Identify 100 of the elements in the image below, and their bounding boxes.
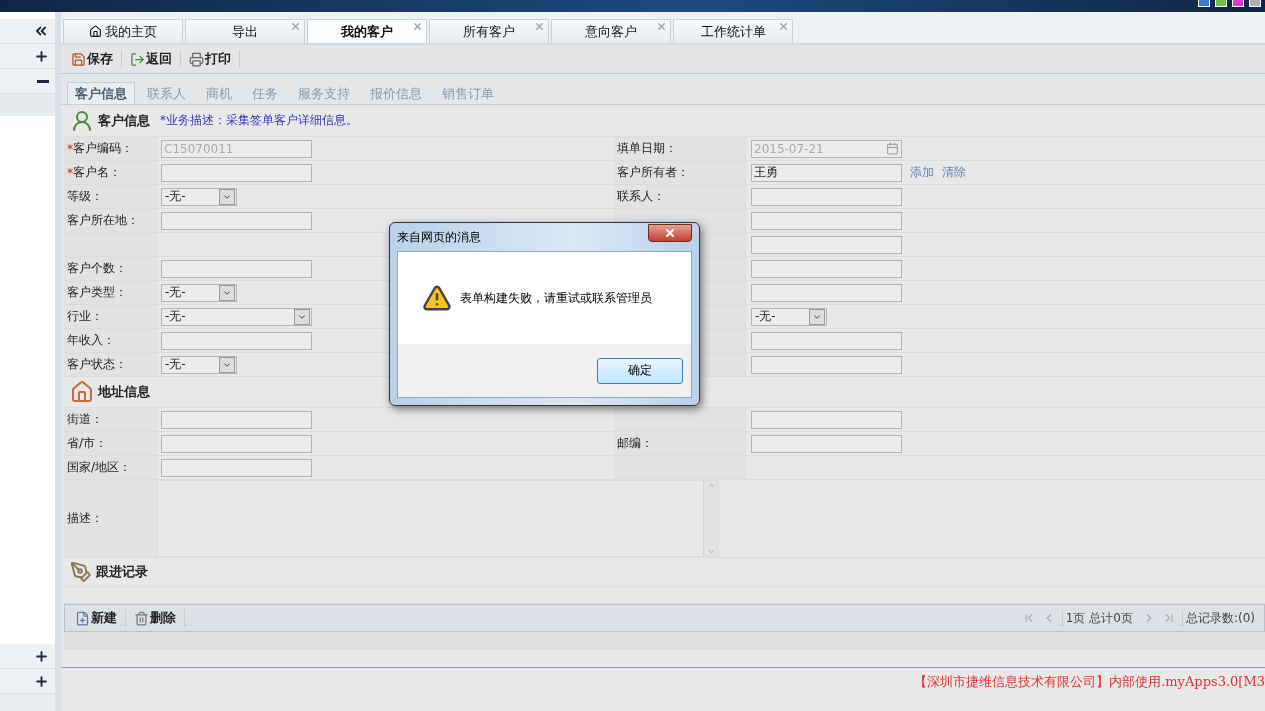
- field-label: *客户编码：: [64, 137, 157, 160]
- input-field[interactable]: [751, 259, 902, 278]
- expand-button[interactable]: [0, 669, 55, 694]
- user-icon: [70, 108, 94, 133]
- scroll-down-icon[interactable]: [706, 547, 716, 556]
- field-label: 省/市：: [64, 432, 157, 455]
- close-icon[interactable]: [656, 21, 667, 32]
- tab[interactable]: 我的客户: [307, 19, 427, 43]
- close-icon: [664, 227, 676, 239]
- field-label: 描述：: [64, 480, 157, 557]
- scroll-up-icon[interactable]: [706, 481, 716, 490]
- warning-icon: [422, 283, 452, 313]
- close-icon[interactable]: [534, 21, 545, 32]
- save-icon: [71, 51, 86, 67]
- close-button[interactable]: [648, 224, 692, 242]
- close-icon[interactable]: [290, 21, 301, 32]
- page-info: 1页 总计0页: [1061, 609, 1136, 627]
- text-area[interactable]: [157, 480, 719, 557]
- select-field[interactable]: -无-: [161, 187, 237, 206]
- plus-icon: [34, 48, 49, 64]
- input-field[interactable]: [161, 259, 312, 278]
- input-field[interactable]: [751, 211, 902, 230]
- close-icon[interactable]: [778, 21, 789, 32]
- select-field[interactable]: -无-: [751, 307, 827, 326]
- ok-button[interactable]: 确定: [597, 357, 683, 384]
- caret-icon: [219, 188, 235, 205]
- tab[interactable]: 导出: [185, 19, 305, 43]
- caret-icon: [219, 356, 235, 373]
- pen-icon: [70, 561, 92, 583]
- input-field[interactable]: [161, 458, 312, 477]
- field-label: 客户个数：: [64, 257, 157, 280]
- input-field[interactable]: [751, 283, 902, 302]
- input-field[interactable]: [161, 434, 312, 453]
- input-field[interactable]: [161, 331, 312, 350]
- field-label: 国家/地区：: [64, 456, 157, 479]
- toolbar-button[interactable]: 新建: [75, 609, 126, 627]
- dialog-message: 表单构建失败，请重试或联系管理员: [460, 289, 652, 307]
- select-field[interactable]: -无-: [161, 355, 237, 374]
- field-label: 填单日期：: [614, 137, 747, 160]
- section-title: 客户信息: [98, 111, 150, 130]
- input-field[interactable]: [751, 410, 902, 429]
- section-description: *业务描述：采集签单客户详细信息。: [160, 112, 358, 129]
- input-field[interactable]: [751, 434, 902, 453]
- field-label: 客户所有者：: [614, 161, 747, 184]
- caret-icon: [809, 308, 825, 325]
- select-field[interactable]: -无-: [161, 307, 312, 326]
- input-field[interactable]: [161, 211, 312, 230]
- house-icon: [70, 380, 94, 404]
- trash-icon: [134, 610, 149, 626]
- collapse-section-button[interactable]: [0, 69, 55, 94]
- input-field[interactable]: [161, 163, 312, 182]
- theme-swatch[interactable]: [1232, 0, 1244, 7]
- close-icon[interactable]: [412, 21, 423, 32]
- toolbar-button[interactable]: 返回: [130, 50, 181, 68]
- field-label: 行业：: [64, 305, 157, 328]
- field-label: 邮编：: [614, 432, 747, 455]
- input-field[interactable]: [751, 187, 902, 206]
- expand-button[interactable]: [0, 644, 55, 669]
- dialog-title: 来自网页的消息: [397, 228, 481, 246]
- toolbar-button[interactable]: 打印: [189, 50, 240, 68]
- field-label: *客户名：: [64, 161, 157, 184]
- section-title: 地址信息: [98, 383, 150, 401]
- input-field[interactable]: 王勇: [751, 163, 902, 182]
- toolbar-button[interactable]: 保存: [71, 50, 122, 68]
- footer-notice: 【深圳市捷维信息技术有限公司】内部使用.myApps3.0[M3: [914, 673, 1265, 691]
- field-label: 客户状态：: [64, 353, 157, 376]
- new-file-icon: [75, 610, 90, 626]
- input-field[interactable]: [751, 355, 902, 374]
- field-label: 街道：: [64, 408, 157, 431]
- field-label: 联系人：: [614, 185, 747, 208]
- theme-swatch[interactable]: [1198, 0, 1210, 7]
- printer-icon: [189, 51, 204, 67]
- field-label: 年收入：: [64, 329, 157, 352]
- plus-icon: [34, 673, 49, 689]
- input-field[interactable]: [751, 331, 902, 350]
- exit-icon: [130, 51, 145, 67]
- select-field[interactable]: -无-: [161, 283, 237, 302]
- record-count: 总记录数:(0): [1181, 609, 1258, 627]
- input-field[interactable]: [751, 235, 902, 254]
- field-label: 客户类型：: [64, 281, 157, 304]
- caret-icon: [219, 284, 235, 301]
- input-field[interactable]: [161, 410, 312, 429]
- tab[interactable]: 客户信息: [67, 82, 135, 104]
- theme-swatch[interactable]: [1215, 0, 1227, 7]
- tab[interactable]: 工作统计单: [673, 19, 793, 43]
- tab[interactable]: 意向客户: [551, 19, 671, 43]
- tab[interactable]: 所有客户: [429, 19, 549, 43]
- sidebar-highlight: [0, 94, 55, 116]
- tab[interactable]: 我的主页: [63, 19, 183, 43]
- caret-icon: [294, 308, 310, 325]
- calendar-icon: [886, 142, 899, 155]
- minus-icon: [37, 79, 49, 83]
- field-label: 客户所在地：: [64, 209, 157, 232]
- collapse-button[interactable]: [0, 19, 55, 44]
- sidebar-footer: [0, 694, 55, 711]
- theme-swatch[interactable]: [1249, 0, 1261, 7]
- toolbar-button[interactable]: 删除: [134, 609, 185, 627]
- field-label: 等级：: [64, 185, 157, 208]
- section-title: 跟进记录: [96, 563, 148, 581]
- plus-icon: [34, 648, 49, 664]
